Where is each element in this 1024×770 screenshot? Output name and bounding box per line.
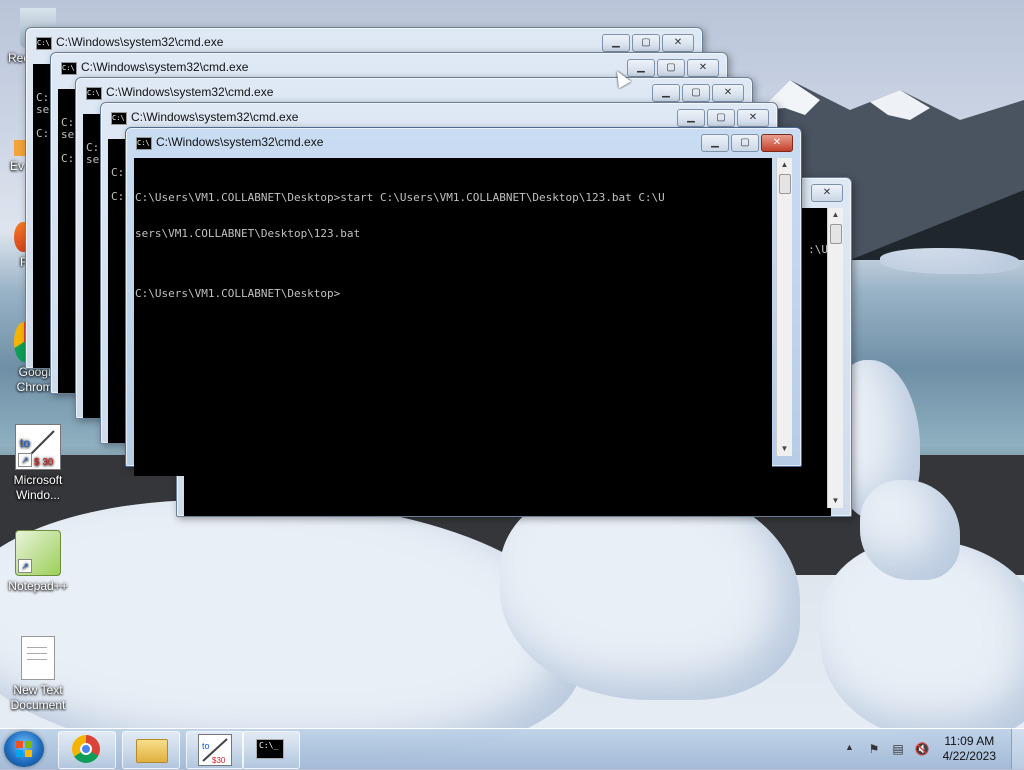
cmd-icon: C:\ bbox=[36, 37, 52, 50]
taskbar: to $30 C:\_ ▲ ⚑ ▤ 🔇 11:09 AM 4/22/2023 bbox=[0, 728, 1024, 769]
maximize-button[interactable]: ▢ bbox=[682, 84, 710, 102]
scroll-up-arrow[interactable]: ▲ bbox=[777, 158, 792, 172]
close-button[interactable]: ✕ bbox=[811, 184, 843, 202]
console-line: C:\Users\VM1.COLLABNET\Desktop>start C:\… bbox=[135, 191, 665, 204]
cmd-icon: C:\ bbox=[86, 87, 102, 100]
vertical-scrollbar[interactable]: ▲ ▼ bbox=[827, 208, 843, 508]
taskbar-cmd[interactable]: C:\_ bbox=[242, 731, 300, 769]
cmd-icon: C:\_ bbox=[256, 739, 284, 759]
desktop-icon-label: New Text Document bbox=[10, 683, 66, 712]
tray-overflow-arrow[interactable]: ▲ bbox=[845, 742, 854, 752]
text-document-icon bbox=[21, 636, 55, 680]
shortcut-arrow-icon: ↗ bbox=[18, 453, 32, 467]
svg-text:to: to bbox=[202, 741, 210, 751]
console-line: sers\VM1.COLLABNET\Desktop\123.bat bbox=[135, 227, 361, 240]
clock-date: 4/22/2023 bbox=[942, 749, 996, 763]
close-button[interactable]: ✕ bbox=[737, 109, 769, 127]
title-bar[interactable]: C:\ C:\Windows\system32\cmd.exe ▁ ▢ ✕ bbox=[107, 107, 771, 129]
minimize-button[interactable]: ▁ bbox=[701, 134, 729, 152]
window-title: C:\Windows\system32\cmd.exe bbox=[56, 35, 224, 49]
window-title: C:\Windows\system32\cmd.exe bbox=[156, 135, 324, 149]
show-desktop-button[interactable] bbox=[1011, 729, 1024, 769]
desktop-icon-notepad-plus-plus[interactable]: ↗ Notepad++ bbox=[2, 530, 74, 594]
volume-muted-icon[interactable]: 🔇 bbox=[914, 741, 930, 757]
scroll-down-arrow[interactable]: ▼ bbox=[828, 494, 843, 508]
maximize-button[interactable]: ▢ bbox=[731, 134, 759, 152]
taskbar-chrome[interactable] bbox=[58, 731, 116, 769]
desktop-icon-microsoft-windows[interactable]: to $ 30 ↗ Microsoft Windo... bbox=[2, 424, 74, 503]
close-button[interactable]: ✕ bbox=[712, 84, 744, 102]
close-button[interactable]: ✕ bbox=[761, 134, 793, 152]
taskbar-converter-app[interactable]: to $30 bbox=[186, 731, 244, 769]
start-button[interactable] bbox=[4, 731, 44, 767]
console-prompt: C:\Users\VM1.COLLABNET\Desktop> bbox=[135, 287, 341, 300]
window-title: C:\Windows\system32\cmd.exe bbox=[81, 60, 249, 74]
action-center-warning-icon[interactable]: ⚑ bbox=[866, 741, 882, 757]
desktop-icon-new-text-document[interactable]: New Text Document bbox=[2, 636, 74, 713]
taskbar-explorer[interactable] bbox=[122, 731, 180, 769]
desktop-icon-label: Microsoft Windo... bbox=[13, 473, 63, 502]
scroll-thumb[interactable] bbox=[830, 224, 842, 244]
chrome-icon bbox=[72, 735, 100, 763]
minimize-button[interactable]: ▁ bbox=[627, 59, 655, 77]
svg-text:to: to bbox=[20, 436, 30, 450]
windows-logo-icon bbox=[16, 741, 32, 757]
svg-text:$30: $30 bbox=[212, 756, 226, 765]
title-bar[interactable]: C:\ C:\Windows\system32\cmd.exe ▁ ▢ ✕ bbox=[82, 82, 746, 104]
desktop-icon-label: Notepad++ bbox=[8, 579, 68, 593]
shortcut-arrow-icon: ↗ bbox=[18, 559, 32, 573]
system-clock[interactable]: 11:09 AM 4/22/2023 bbox=[943, 734, 996, 764]
notepad-plus-plus-icon: ↗ bbox=[15, 530, 61, 576]
cmd-icon: C:\ bbox=[111, 112, 127, 125]
window-title: C:\Windows\system32\cmd.exe bbox=[106, 85, 274, 99]
scroll-down-arrow[interactable]: ▼ bbox=[777, 442, 792, 456]
maximize-button[interactable]: ▢ bbox=[657, 59, 685, 77]
window-title: C:\Windows\system32\cmd.exe bbox=[131, 110, 299, 124]
cmd-icon: C:\ bbox=[136, 137, 152, 150]
svg-text:$ 30: $ 30 bbox=[34, 457, 54, 468]
close-button[interactable]: ✕ bbox=[662, 34, 694, 52]
scroll-up-arrow[interactable]: ▲ bbox=[828, 208, 843, 222]
minimize-button[interactable]: ▁ bbox=[677, 109, 705, 127]
vertical-scrollbar[interactable]: ▲ ▼ bbox=[776, 158, 792, 456]
close-button[interactable]: ✕ bbox=[687, 59, 719, 77]
minimize-button[interactable]: ▁ bbox=[652, 84, 680, 102]
maximize-button[interactable]: ▢ bbox=[707, 109, 735, 127]
title-bar[interactable]: C:\ C:\Windows\system32\cmd.exe ▁ ▢ ✕ bbox=[32, 32, 696, 54]
minimize-button[interactable]: ▁ bbox=[602, 34, 630, 52]
console-output[interactable]: C:\Users\VM1.COLLABNET\Desktop>start C:\… bbox=[134, 158, 772, 476]
converter-app-icon: to $ 30 ↗ bbox=[15, 424, 61, 470]
network-disconnected-icon[interactable]: ▤ bbox=[890, 741, 906, 757]
cmd-window-active[interactable]: C:\ C:\Windows\system32\cmd.exe ▁ ▢ ✕ C:\U… bbox=[125, 127, 802, 476]
wallpaper-ice-5 bbox=[880, 248, 1020, 274]
clock-time: 11:09 AM bbox=[944, 734, 995, 748]
maximize-button[interactable]: ▢ bbox=[632, 34, 660, 52]
converter-app-icon: to $30 bbox=[198, 734, 232, 766]
title-bar[interactable]: C:\ C:\Windows\system32\cmd.exe ▁ ▢ ✕ bbox=[132, 132, 795, 154]
folder-icon bbox=[136, 739, 168, 763]
scroll-thumb[interactable] bbox=[779, 174, 791, 194]
cmd-icon: C:\ bbox=[61, 62, 77, 75]
